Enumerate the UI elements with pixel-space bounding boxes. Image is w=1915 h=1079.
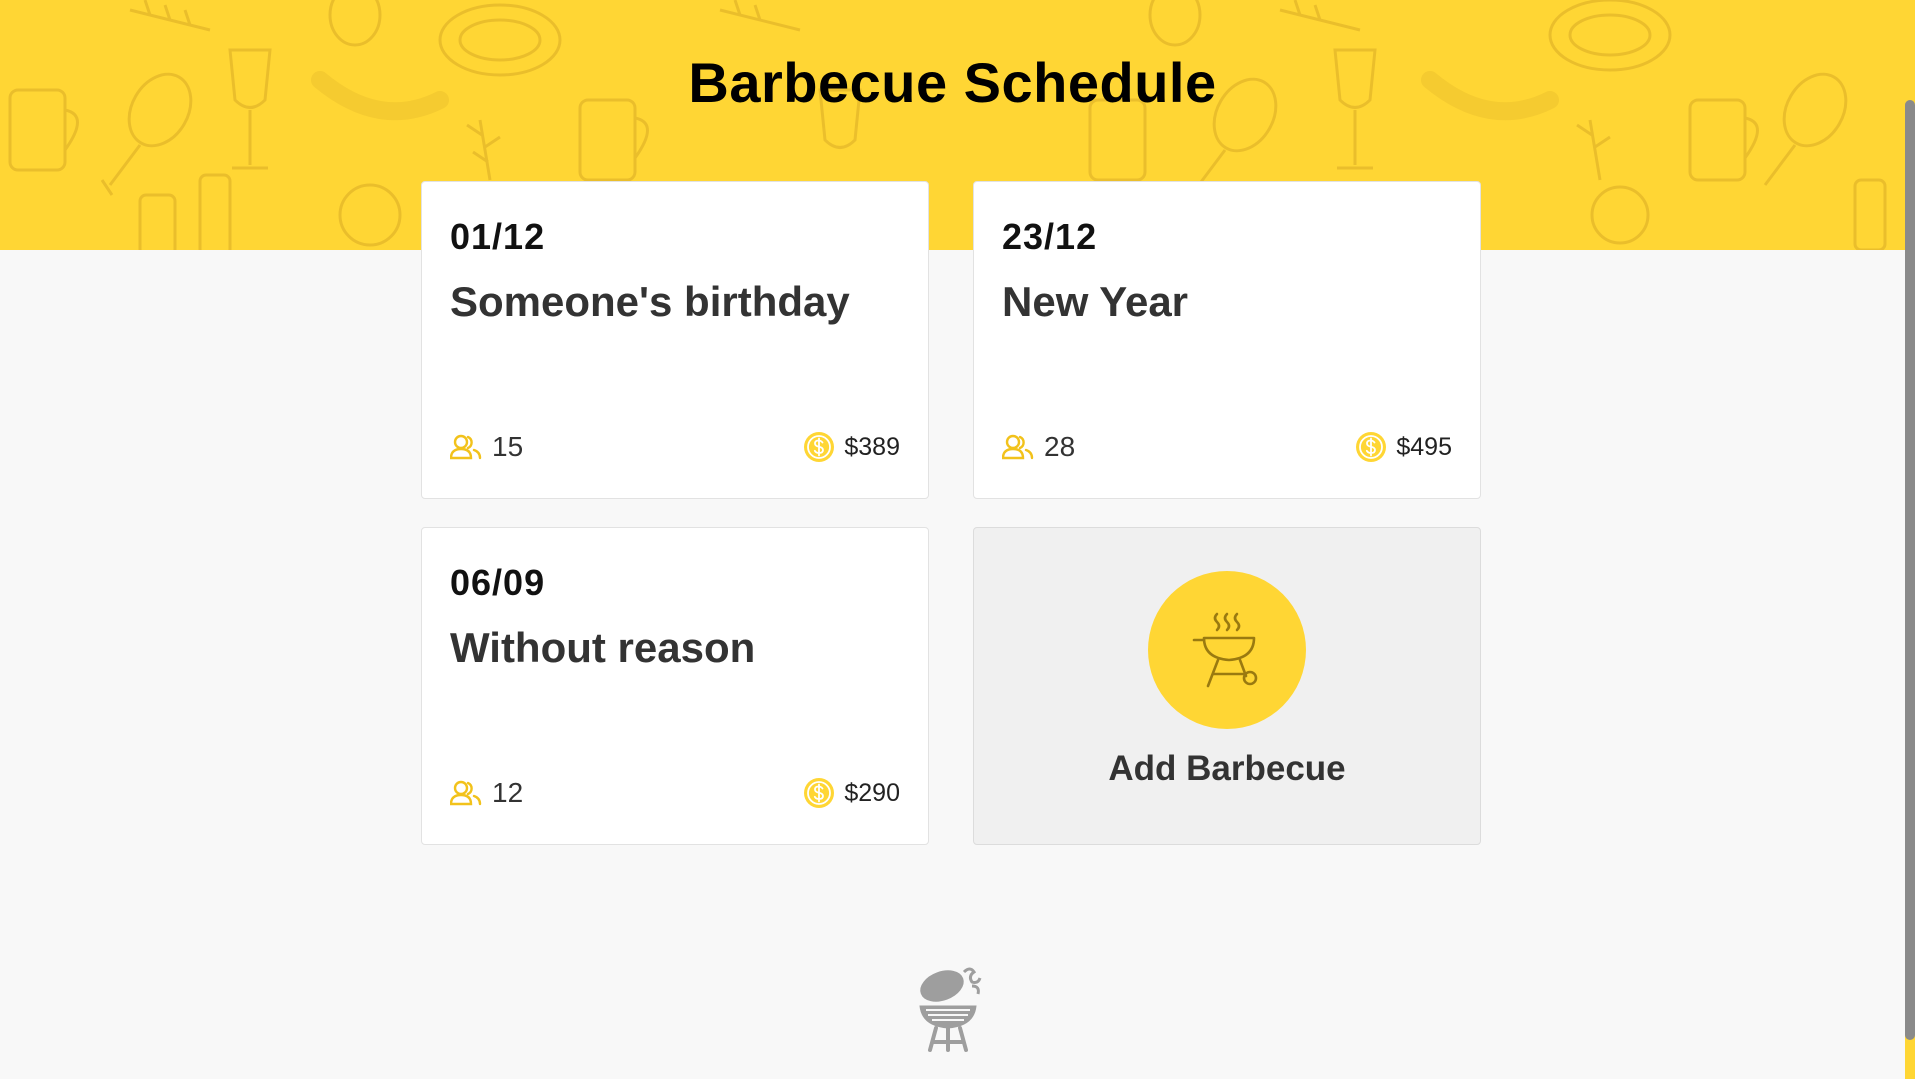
people-info: 15 bbox=[450, 431, 523, 463]
people-icon bbox=[450, 434, 482, 460]
card-footer: 15 $389 bbox=[450, 430, 900, 464]
dollar-coin-icon bbox=[804, 432, 835, 462]
barbecue-logo-icon bbox=[919, 967, 982, 1052]
add-barbecue-label: Add Barbecue bbox=[1108, 749, 1346, 788]
scrollbar-thumb[interactable] bbox=[1905, 100, 1915, 1040]
grill-icon bbox=[1192, 612, 1258, 688]
price-info: $495 bbox=[1356, 432, 1452, 462]
people-count: 28 bbox=[1044, 431, 1076, 462]
people-count: 12 bbox=[492, 777, 524, 808]
card-title: New Year bbox=[1002, 278, 1189, 325]
people-count: 15 bbox=[492, 431, 524, 462]
add-barbecue-circle bbox=[1148, 571, 1306, 729]
barbecue-card-grid: 01/12 Someone's birthday 15 $389 23/12 N… bbox=[421, 181, 1481, 845]
card-date: 06/09 bbox=[450, 562, 546, 603]
people-info: 28 bbox=[1002, 431, 1075, 463]
card-date: 01/12 bbox=[450, 216, 546, 257]
card-title: Someone's birthday bbox=[450, 278, 850, 325]
page: Barbecue Schedule 01/12 Someone's birthd… bbox=[0, 0, 1915, 1079]
page-title: Barbecue Schedule bbox=[688, 51, 1217, 114]
price-value: $389 bbox=[844, 432, 900, 461]
price-value: $495 bbox=[1396, 432, 1452, 461]
card-title: Without reason bbox=[450, 624, 756, 671]
price-info: $290 bbox=[804, 778, 900, 808]
price-info: $389 bbox=[804, 432, 900, 462]
barbecue-card[interactable]: 01/12 Someone's birthday 15 $389 bbox=[421, 181, 929, 499]
card-footer: 12 $290 bbox=[450, 776, 900, 810]
add-barbecue-button[interactable]: Add Barbecue bbox=[973, 527, 1481, 845]
people-icon bbox=[450, 780, 482, 806]
price-value: $290 bbox=[844, 778, 900, 807]
people-info: 12 bbox=[450, 777, 523, 809]
people-icon bbox=[1002, 434, 1034, 460]
barbecue-card[interactable]: 06/09 Without reason 12 $290 bbox=[421, 527, 929, 845]
dollar-coin-icon bbox=[1356, 432, 1387, 462]
card-date: 23/12 bbox=[1002, 216, 1098, 257]
barbecue-card[interactable]: 23/12 New Year 28 $495 bbox=[973, 181, 1481, 499]
card-footer: 28 $495 bbox=[1002, 430, 1452, 464]
dollar-coin-icon bbox=[804, 778, 835, 808]
